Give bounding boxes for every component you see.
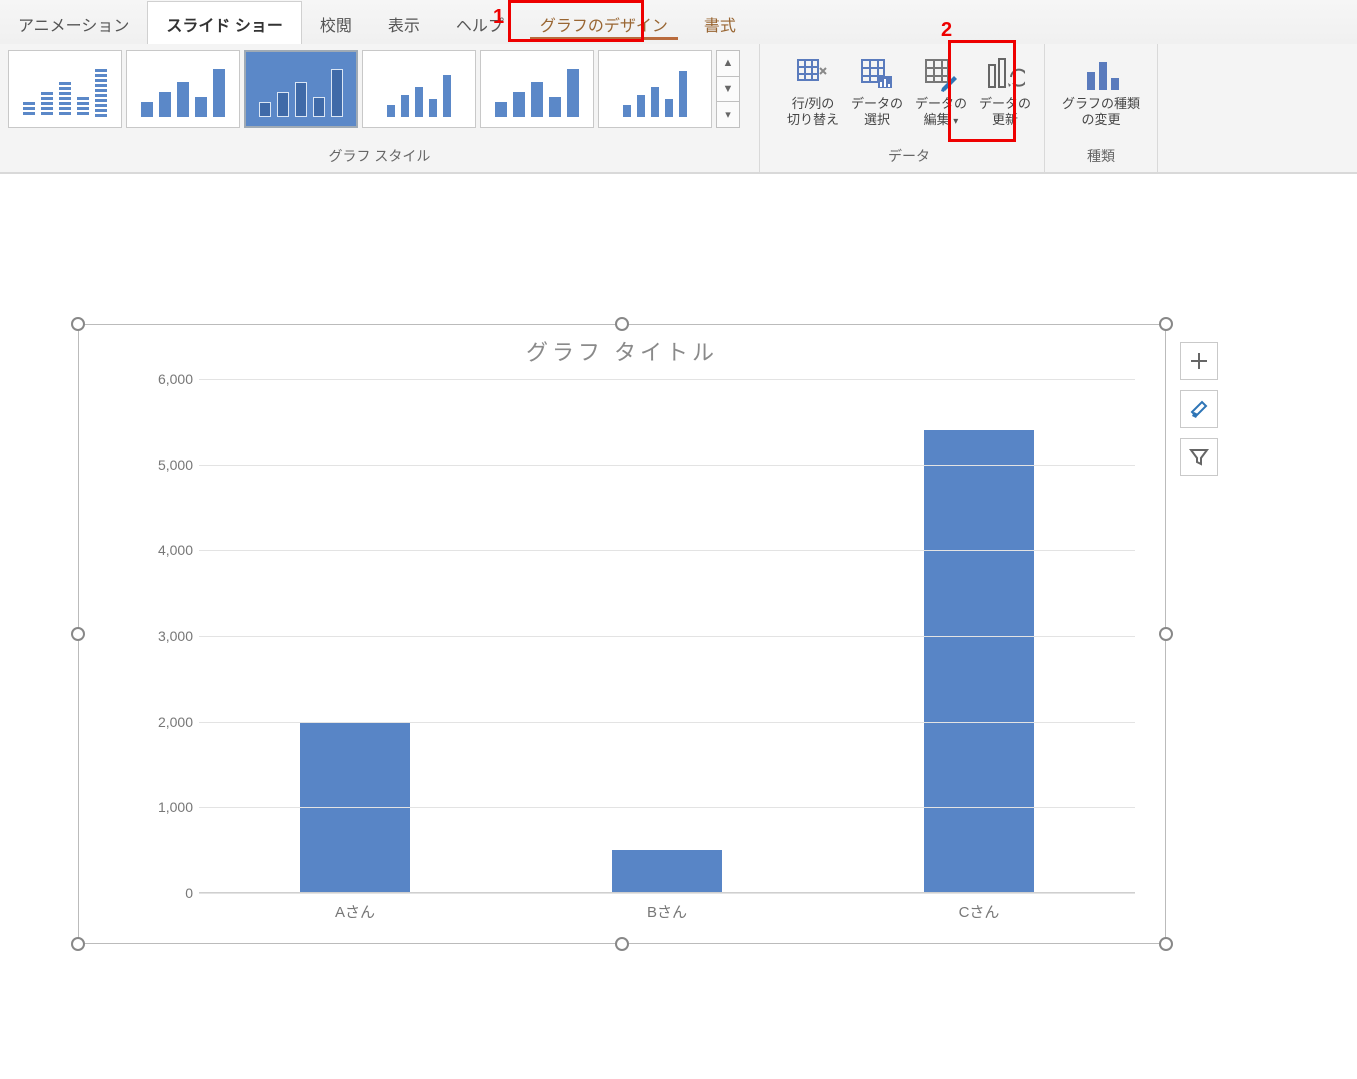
- group-label-type: 種類: [1045, 142, 1157, 172]
- y-tick-label: 1,000: [158, 799, 193, 815]
- change-chart-type-button[interactable]: グラフの種類 の変更: [1053, 50, 1149, 129]
- chart-style-thumb-5[interactable]: [480, 50, 594, 128]
- y-tick-label: 2,000: [158, 714, 193, 730]
- chevron-down-icon: ▾: [953, 116, 958, 127]
- grid-line: [199, 807, 1135, 808]
- chart-filter-button[interactable]: [1180, 438, 1218, 476]
- resize-handle-tm[interactable]: [615, 317, 629, 331]
- change-chart-type-icon: [1053, 54, 1149, 96]
- chart-bar[interactable]: [924, 430, 1034, 893]
- edit-data-icon: [910, 54, 972, 96]
- resize-handle-mr[interactable]: [1159, 627, 1173, 641]
- grid-line: [199, 465, 1135, 466]
- callout-number-1: 1: [493, 6, 504, 29]
- switch-row-column-button[interactable]: 行/列の 切り替え: [782, 50, 844, 129]
- grid-line: [199, 550, 1135, 551]
- tab-help[interactable]: ヘルプ: [438, 2, 522, 44]
- refresh-data-label-1: データの: [974, 96, 1036, 112]
- select-data-button[interactable]: データの 選択: [846, 50, 908, 129]
- switch-row-column-icon: [782, 54, 844, 96]
- y-tick-label: 4,000: [158, 542, 193, 558]
- x-tick-label: Bさん: [647, 893, 687, 922]
- gallery-scroll-down[interactable]: ▼: [716, 77, 740, 103]
- ribbon-tabs: アニメーション スライド ショー 校閲 表示 ヘルプ グラフのデザイン 書式: [0, 0, 1357, 44]
- select-data-label-1: データの: [846, 96, 908, 112]
- chart-style-thumb-4[interactable]: [362, 50, 476, 128]
- grid-line: [199, 722, 1135, 723]
- callout-number-2: 2: [941, 19, 952, 42]
- chart-style-gallery: [8, 50, 712, 128]
- y-tick-label: 3,000: [158, 628, 193, 644]
- select-data-icon: [846, 54, 908, 96]
- grid-line: [199, 636, 1135, 637]
- resize-handle-tr[interactable]: [1159, 317, 1173, 331]
- tab-review[interactable]: 校閲: [302, 2, 370, 44]
- chart-y-axis: 01,0002,0003,0004,0005,0006,000: [139, 379, 199, 893]
- chart-plot-area[interactable]: 01,0002,0003,0004,0005,0006,000 AさんBさんCさ…: [139, 379, 1135, 893]
- resize-handle-tl[interactable]: [71, 317, 85, 331]
- y-tick-label: 6,000: [158, 371, 193, 387]
- chart-bar[interactable]: [612, 850, 722, 893]
- switch-row-column-label-2: 切り替え: [782, 112, 844, 128]
- chart-elements-button[interactable]: [1180, 342, 1218, 380]
- ribbon-body: ▲ ▼ ▾ グラフ スタイル 行/列の 切り替え データの 選択: [0, 44, 1357, 174]
- resize-handle-bl[interactable]: [71, 937, 85, 951]
- resize-handle-bm[interactable]: [615, 937, 629, 951]
- refresh-data-label-2: 更新: [974, 112, 1036, 128]
- refresh-data-button[interactable]: データの 更新: [974, 50, 1036, 129]
- chart-style-thumb-1[interactable]: [8, 50, 122, 128]
- tab-view[interactable]: 表示: [370, 2, 438, 44]
- chart-styles-button[interactable]: [1180, 390, 1218, 428]
- tab-animation[interactable]: アニメーション: [0, 2, 147, 44]
- gallery-scroll: ▲ ▼ ▾: [716, 50, 740, 128]
- resize-handle-ml[interactable]: [71, 627, 85, 641]
- tab-chart-design[interactable]: グラフのデザイン: [522, 2, 686, 44]
- x-tick-label: Cさん: [959, 893, 1000, 922]
- chart-object[interactable]: グラフ タイトル 0 1,000 2,000 3,000 4,000 5,000 6,000…: [78, 324, 1166, 944]
- slide-canvas: グラフ タイトル 0 1,000 2,000 3,000 4,000 5,000 6,000…: [0, 174, 1357, 1079]
- group-label-chart-styles: グラフ スタイル: [0, 142, 759, 172]
- select-data-label-2: 選択: [846, 112, 908, 128]
- chart-side-tools: [1180, 342, 1220, 476]
- y-tick-label: 5,000: [158, 457, 193, 473]
- grid-line: [199, 893, 1135, 894]
- change-chart-type-label-1: グラフの種類: [1053, 96, 1149, 112]
- y-tick-label: 0: [185, 885, 193, 901]
- resize-handle-br[interactable]: [1159, 937, 1173, 951]
- change-chart-type-label-2: の変更: [1053, 112, 1149, 128]
- gallery-scroll-more[interactable]: ▾: [716, 102, 740, 128]
- switch-row-column-label-1: 行/列の: [782, 96, 844, 112]
- refresh-data-icon: [974, 54, 1036, 96]
- edit-data-label-2: 編集: [924, 112, 950, 127]
- x-tick-label: Aさん: [335, 893, 375, 922]
- chart-style-thumb-3[interactable]: [244, 50, 358, 128]
- chart-title[interactable]: グラフ タイトル: [79, 325, 1165, 373]
- tab-slideshow[interactable]: スライド ショー: [147, 1, 301, 44]
- chart-style-thumb-6[interactable]: [598, 50, 712, 128]
- chart-style-thumb-2[interactable]: [126, 50, 240, 128]
- grid-line: [199, 379, 1135, 380]
- gallery-scroll-up[interactable]: ▲: [716, 50, 740, 77]
- group-label-data: データ: [774, 142, 1044, 172]
- tab-format[interactable]: 書式: [686, 2, 754, 44]
- edit-data-button[interactable]: データの 編集 ▾: [910, 50, 972, 129]
- edit-data-label-1: データの: [910, 96, 972, 112]
